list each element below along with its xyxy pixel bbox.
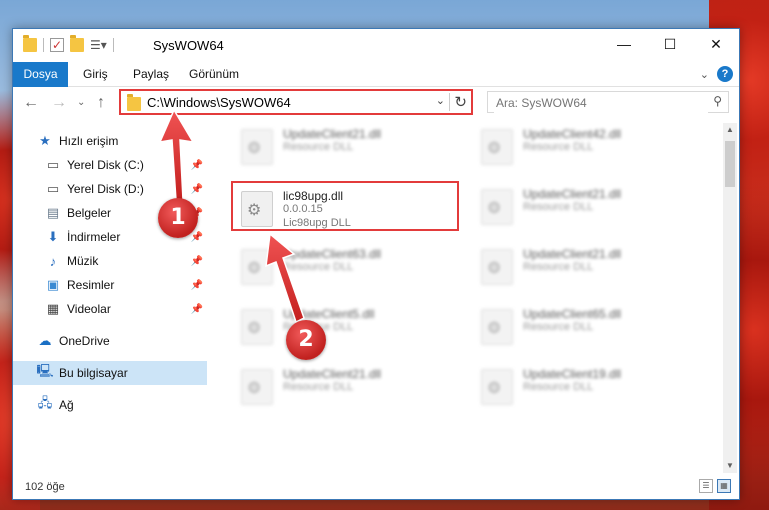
annotation-arrows: [158, 108, 305, 324]
step-marker-2: 2: [286, 320, 326, 360]
arrow-2: [265, 232, 305, 324]
arrow-1: [158, 108, 195, 201]
step-marker-1: 1: [158, 198, 198, 238]
